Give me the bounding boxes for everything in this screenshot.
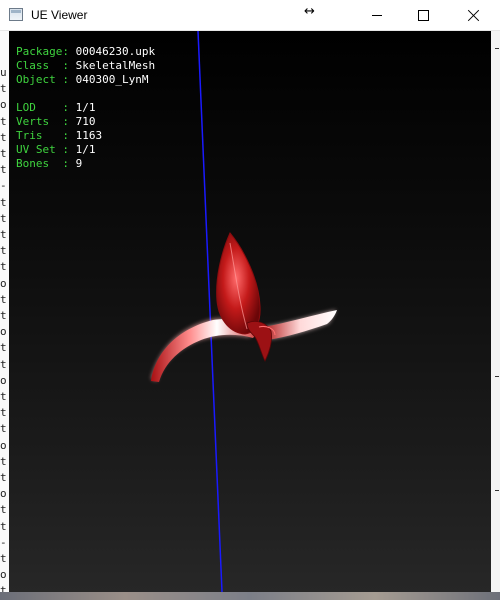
info-class: Class : SkeletalMesh [16,59,156,72]
info-label: UV Set [16,143,63,156]
close-button[interactable] [446,0,500,31]
info-package: Package: 00046230.upk [16,45,156,58]
maximize-button[interactable] [400,0,446,31]
minimize-button[interactable] [354,0,400,31]
window-title: UE Viewer [31,8,88,22]
maximize-icon [417,10,429,21]
info-label: Class [16,59,63,72]
info-value: 710 [75,115,96,128]
info-value: 1/1 [75,101,96,114]
info-value: SkeletalMesh [75,59,156,72]
resize-cursor-icon: ↔ [304,4,315,19]
3d-viewport[interactable]: Package: 00046230.upk Class : SkeletalMe… [9,31,491,592]
info-value: 1/1 [75,143,96,156]
info-value: 00046230.upk [75,45,156,58]
info-label: Package [16,45,63,58]
info-object: Object : 040300_LynM [16,73,149,86]
minimize-icon [372,15,382,16]
axis-line [197,31,223,592]
close-icon [468,10,479,21]
info-value: 1163 [75,129,103,142]
info-verts: Verts : 710 [16,115,96,128]
info-label: Object [16,73,63,86]
info-label: LOD [16,101,63,114]
app-icon[interactable] [9,8,23,21]
info-tris: Tris : 1163 [16,129,103,142]
ue-viewer-window: UE Viewer ↔ Package: 00046230.upk Class … [0,0,500,600]
info-label: Bones [16,157,63,170]
title-bar[interactable]: UE Viewer ↔ [0,0,500,31]
mesh-info-overlay: Package: 00046230.upk Class : SkeletalMe… [16,45,155,171]
info-uvset: UV Set : 1/1 [16,143,96,156]
info-label: Tris [16,129,63,142]
info-value: 040300_LynM [75,73,149,86]
info-lod: LOD : 1/1 [16,101,96,114]
info-value: 9 [75,157,83,170]
info-label: Verts [16,115,63,128]
info-bones: Bones : 9 [16,157,83,170]
